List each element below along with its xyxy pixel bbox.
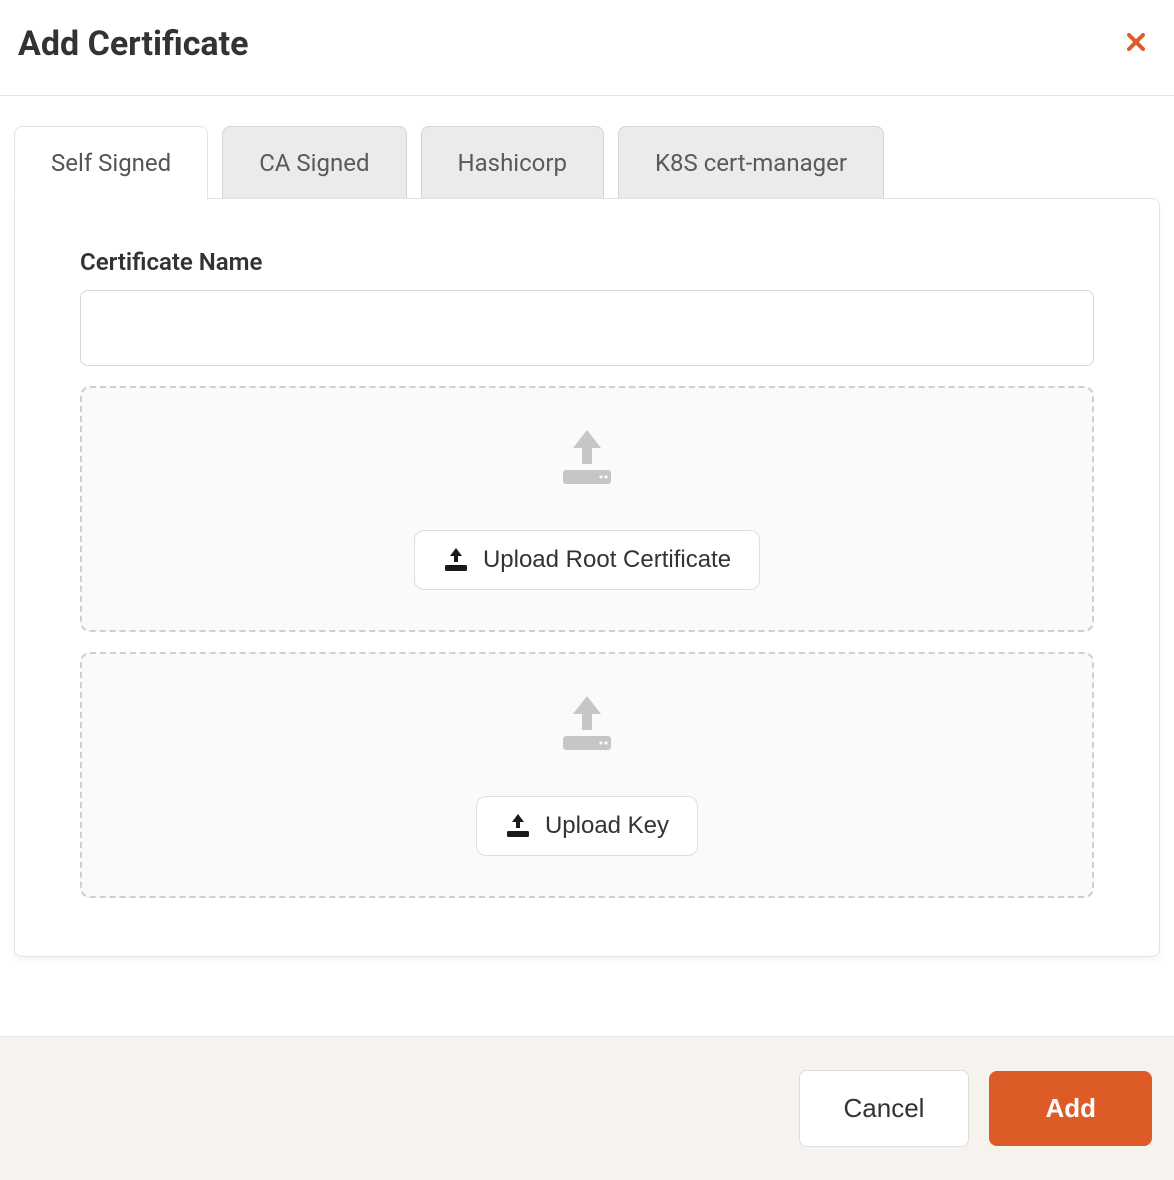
modal-header: Add Certificate [0,0,1174,96]
certificate-name-label: Certificate Name [80,248,1094,276]
content-area: Self Signed CA Signed Hashicorp K8S cert… [0,96,1174,957]
upload-icon [555,696,619,758]
tab-hashicorp[interactable]: Hashicorp [421,126,604,199]
upload-key-label: Upload Key [545,812,669,840]
modal-footer: Cancel Add [0,1036,1174,1180]
close-button[interactable] [1116,22,1156,65]
certificate-name-input[interactable] [80,290,1094,366]
tab-k8s-cert-manager[interactable]: K8S cert-manager [618,126,884,199]
dropzone-key[interactable]: Upload Key [80,652,1094,898]
close-icon [1120,26,1152,61]
upload-root-certificate-label: Upload Root Certificate [483,546,731,574]
add-button[interactable]: Add [989,1071,1152,1146]
dropzone-root-certificate[interactable]: Upload Root Certificate [80,386,1094,632]
upload-key-button[interactable]: Upload Key [476,796,698,856]
tab-self-signed[interactable]: Self Signed [14,126,208,200]
upload-icon [505,814,531,838]
tabs: Self Signed CA Signed Hashicorp K8S cert… [14,126,1160,199]
tab-ca-signed[interactable]: CA Signed [222,126,406,199]
modal-title: Add Certificate [18,24,248,64]
cancel-button[interactable]: Cancel [799,1070,970,1147]
upload-icon [555,430,619,492]
tab-panel: Certificate Name Upload Root Cer [14,198,1160,957]
upload-root-certificate-button[interactable]: Upload Root Certificate [414,530,760,590]
upload-icon [443,548,469,572]
